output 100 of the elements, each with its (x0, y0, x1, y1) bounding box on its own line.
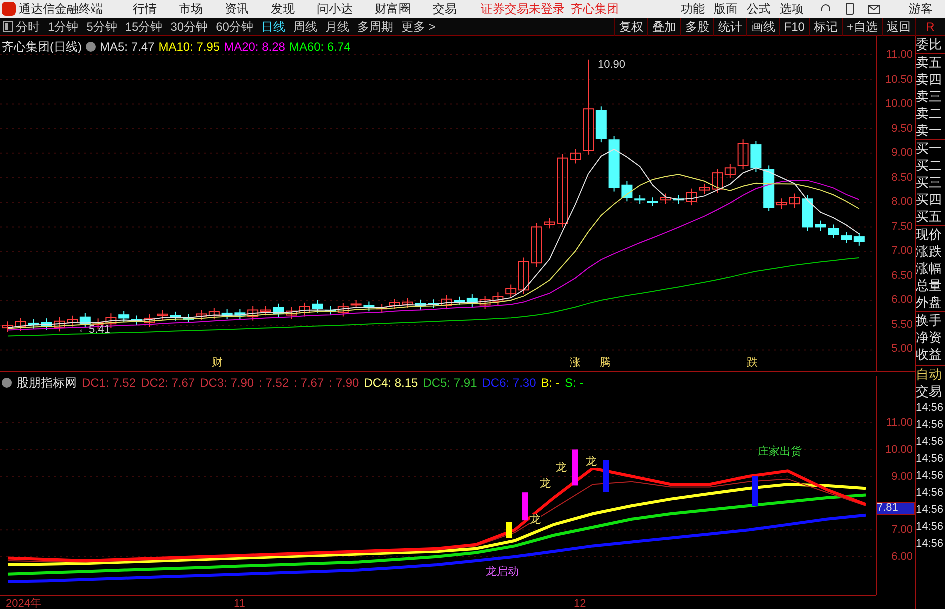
phone-icon[interactable] (846, 3, 854, 15)
dropdown-icon[interactable] (2, 378, 12, 388)
quote-label[interactable]: 卖五 (916, 53, 945, 71)
date-tick: 11 (233, 597, 246, 609)
menu-item[interactable]: 问小达 (317, 0, 353, 18)
quote-label[interactable]: 买五 (916, 208, 945, 225)
quote-label[interactable]: 卖四 (916, 71, 945, 88)
quote-label[interactable]: 卖三 (916, 88, 945, 105)
signal-bar (603, 460, 609, 492)
quote-label[interactable]: 总量 (916, 277, 945, 294)
price-tick: 9.50 (892, 122, 913, 134)
trade-time: 14:56 (916, 469, 945, 484)
event-marker[interactable]: 财 (212, 355, 223, 372)
user-label[interactable]: 游客 (909, 0, 933, 18)
indicator-reading: DC5: 7.91 (423, 375, 478, 392)
event-marker[interactable]: 涨 (570, 355, 581, 372)
toolbar-button[interactable]: 画线 (746, 18, 780, 36)
quote-label[interactable]: 收益 (916, 346, 945, 363)
quote-label[interactable]: 卖一 (916, 122, 945, 139)
menu-item[interactable]: 功能 (681, 0, 705, 18)
menu-item[interactable]: 财富圈 (375, 0, 411, 18)
quote-label[interactable]: 买三 (916, 174, 945, 191)
menu-item[interactable]: 市场 (179, 0, 203, 18)
period-tab[interactable]: 多周期 (357, 18, 394, 36)
date-tick: 12 (573, 597, 586, 609)
indicator-tick: 9.00 (890, 470, 913, 483)
trade-time: 14:56 (916, 486, 945, 501)
status-notice[interactable]: 齐心集团 (571, 0, 619, 18)
menu-item[interactable]: 版面 (714, 0, 738, 18)
period-tab[interactable]: 分时 (16, 18, 40, 36)
signal-bar (572, 450, 578, 486)
toolbar-button[interactable]: 叠加 (647, 18, 680, 36)
period-tab[interactable]: 更多 > (401, 18, 436, 36)
signal-label: 庄家出货 (758, 446, 802, 458)
period-tab[interactable]: 15分钟 (125, 18, 163, 36)
quote-label[interactable]: 现价 (916, 225, 945, 243)
toolbar-button[interactable]: 标记 (808, 18, 842, 36)
price-tick: 6.00 (892, 294, 913, 306)
toolbar-button[interactable]: 返回 (882, 18, 915, 36)
corner-label[interactable]: R (915, 18, 945, 36)
mail-icon[interactable] (868, 4, 880, 14)
indicator-tick: 10.00 (884, 444, 913, 456)
quote-label[interactable]: 买四 (916, 191, 945, 208)
quote-label[interactable]: 买二 (916, 157, 945, 174)
menu-item[interactable]: 行情 (133, 0, 157, 18)
quote-label[interactable]: 外盘 (916, 294, 945, 311)
trade-time: 14:56 (916, 435, 945, 450)
date-tick: 2024年 (5, 597, 42, 609)
period-tab[interactable]: 60分钟 (216, 18, 254, 36)
indicator-reading: B: - (541, 375, 560, 392)
quote-label[interactable]: 委比 (916, 36, 945, 53)
chart-title: 齐心集团(日线) (2, 39, 82, 56)
app-logo-icon (2, 2, 16, 16)
period-tab[interactable]: 周线 (293, 18, 318, 36)
toolbar-button[interactable]: 统计 (713, 18, 746, 36)
quote-label[interactable]: 涨跌 (916, 243, 945, 260)
quote-label[interactable]: 涨幅 (916, 260, 945, 277)
toolbar-button[interactable]: +自选 (842, 18, 882, 36)
period-tab[interactable]: 日线 (261, 18, 286, 36)
price-tick: 10.50 (885, 74, 913, 86)
trade-time: 14:56 (916, 520, 945, 535)
ma-reading: MA10: 7.95 (158, 39, 220, 56)
quote-label[interactable]: 换手 (916, 311, 945, 329)
high-price-label: 10.90 (598, 58, 626, 73)
current-value-label: 7.81 (876, 502, 915, 516)
indicator-reading: DC2: 7.67 (141, 375, 196, 392)
quote-label[interactable]: 卖二 (916, 105, 945, 122)
period-tab[interactable]: 月线 (325, 18, 350, 36)
period-tab[interactable]: 30分钟 (170, 18, 208, 36)
signal-label: 龙启动 (486, 566, 519, 578)
ma-reading: MA5: 7.47 (100, 39, 155, 56)
trade-time: 14:56 (916, 418, 945, 433)
trade-time: 14:56 (916, 503, 945, 518)
price-tick: 8.00 (892, 196, 913, 208)
period-tab[interactable]: 5分钟 (86, 18, 118, 36)
indicator-reading: DC3: 7.90 (200, 375, 254, 392)
menu-item[interactable]: 公式 (747, 0, 771, 18)
toolbar-button[interactable]: F10 (779, 18, 809, 36)
event-marker[interactable]: 跌 (747, 355, 758, 372)
period-tab[interactable]: 1分钟 (48, 18, 79, 36)
menu-item[interactable]: 交易 (433, 0, 457, 18)
price-tick: 6.50 (892, 270, 913, 282)
indicator-tick: 7.00 (890, 524, 913, 536)
menu-item[interactable]: 选项 (780, 0, 804, 18)
signal-bar (522, 492, 528, 521)
menu-item[interactable]: 资讯 (225, 0, 249, 18)
toolbar-button[interactable]: 多股 (680, 18, 714, 36)
dropdown-icon[interactable] (86, 42, 96, 52)
quote-label[interactable]: 买一 (916, 139, 945, 157)
signal-label: 龙 (586, 456, 597, 468)
toolbar-button[interactable]: 复权 (614, 18, 648, 36)
status-notice[interactable]: 证券交易未登录 (481, 0, 565, 18)
menu-item[interactable]: 发现 (271, 0, 295, 18)
price-tick: 9.00 (892, 147, 913, 159)
low-price-label: ←5.41 (78, 323, 110, 338)
panel-toggle-icon[interactable] (3, 21, 13, 32)
signal-label: 龙 (540, 478, 551, 490)
quote-label[interactable]: 净资 (916, 329, 945, 346)
auto-trade-label[interactable]: 自动 (916, 365, 945, 383)
event-marker[interactable]: 腾 (600, 355, 611, 372)
